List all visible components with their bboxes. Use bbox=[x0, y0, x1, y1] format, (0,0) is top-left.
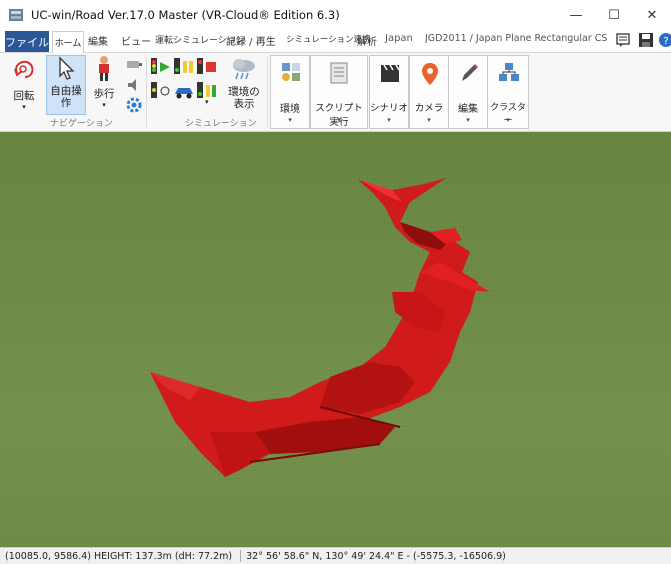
vehicle-icon[interactable] bbox=[173, 83, 195, 104]
env-display-label: 環境の表示 bbox=[228, 86, 260, 110]
walk-dropdown-arrow[interactable]: ▾ bbox=[89, 101, 119, 109]
group-separator bbox=[146, 57, 147, 127]
scenario-dropdown-arrow[interactable]: ▾ bbox=[370, 116, 408, 124]
walk-label: 歩行 bbox=[93, 88, 115, 100]
env-display-button[interactable]: 環境の表示 bbox=[224, 55, 264, 113]
edit-button[interactable]: 編集 ▾ bbox=[448, 55, 488, 129]
free-operation-button[interactable]: 自由操作 bbox=[46, 55, 86, 115]
camera-label: カメラ bbox=[414, 103, 444, 114]
rain-cloud-icon bbox=[224, 55, 264, 86]
sim-stop-icon[interactable] bbox=[196, 57, 218, 80]
save-icon[interactable] bbox=[638, 32, 654, 48]
help-doc-icon[interactable] bbox=[615, 32, 631, 48]
scenario-label: シナリオ bbox=[370, 103, 409, 114]
cluster-icon bbox=[498, 62, 520, 87]
map-pin-icon bbox=[420, 62, 440, 89]
tab-record-play[interactable]: 記録 / 再生 bbox=[226, 33, 276, 48]
scenario-button[interactable]: シナリオ ▾ bbox=[369, 55, 409, 129]
ribbon: 回転 ▾ 自由操作 歩行 ▾ ナビゲーション ▾ 環境の表示 シミュレーション … bbox=[0, 53, 671, 132]
cluster-dropdown-arrow[interactable]: ▾ bbox=[488, 116, 528, 124]
cursor-icon bbox=[47, 56, 85, 85]
close-button[interactable]: ✕ bbox=[633, 0, 671, 30]
pencil-icon bbox=[459, 62, 479, 87]
environment-icon bbox=[281, 62, 301, 87]
walker-icon bbox=[89, 55, 119, 86]
edit-dropdown-arrow[interactable]: ▾ bbox=[449, 116, 487, 124]
script-icon bbox=[329, 62, 349, 87]
sim-start-icon[interactable] bbox=[150, 57, 172, 80]
rotate-icon bbox=[6, 55, 42, 88]
window-title: UC-win/Road Ver.17.0 Master (VR-Cloud® E… bbox=[31, 8, 340, 22]
camera-dropdown-arrow[interactable]: ▾ bbox=[410, 116, 448, 124]
tab-analysis[interactable]: 解析 bbox=[357, 33, 377, 48]
status-coords: (10085.0, 9586.4) HEIGHT: 137.3m (dH: 77… bbox=[5, 550, 233, 562]
edit-label: 編集 bbox=[458, 104, 478, 115]
tab-file[interactable]: ファイル bbox=[5, 31, 49, 52]
environment-label: 環境 bbox=[280, 104, 300, 115]
app-icon bbox=[8, 8, 24, 22]
environment-button[interactable]: 環境 ▾ bbox=[270, 55, 310, 129]
rotate-label: 回転 bbox=[13, 90, 35, 102]
traffic-signal-icon[interactable] bbox=[150, 81, 172, 104]
terrain-scene bbox=[0, 132, 671, 547]
group-separator bbox=[267, 57, 268, 127]
clapperboard-icon bbox=[380, 62, 400, 87]
title-bar: UC-win/Road Ver.17.0 Master (VR-Cloud® E… bbox=[0, 0, 671, 30]
status-bar: (10085.0, 9586.4) HEIGHT: 137.3m (dH: 77… bbox=[0, 547, 671, 564]
nav-group-label: ナビゲーション bbox=[50, 119, 113, 129]
cluster-button[interactable]: クラスター ▾ bbox=[487, 55, 529, 129]
3d-viewport[interactable] bbox=[0, 132, 671, 547]
rotate-button[interactable]: 回転 ▾ bbox=[6, 55, 42, 113]
script-run-button[interactable]: スクリプト実行 ▾ bbox=[310, 55, 368, 129]
status-latlon: 32° 56' 58.6" N, 130° 49' 24.4" E - (-55… bbox=[246, 550, 506, 562]
sim-pause-icon[interactable] bbox=[173, 57, 195, 80]
ribbon-tab-bar: ファイル ホーム 編集 ビュー 運転シミュレーション 記録 / 再生 シミュレー… bbox=[0, 30, 671, 53]
script-dropdown-arrow[interactable]: ▾ bbox=[311, 116, 367, 124]
free-operation-label: 自由操作 bbox=[50, 85, 82, 109]
help-icon[interactable]: ? bbox=[658, 32, 671, 48]
maximize-button[interactable]: ☐ bbox=[595, 0, 633, 30]
tab-edit[interactable]: 編集 bbox=[88, 33, 108, 48]
sim-dropdown-arrow[interactable]: ▾ bbox=[205, 98, 209, 106]
sim-group-label: シミュレーション bbox=[185, 119, 257, 129]
sound-icon[interactable] bbox=[125, 77, 143, 96]
minimize-button[interactable]: — bbox=[557, 0, 595, 30]
tab-home[interactable]: ホーム bbox=[52, 31, 84, 53]
svg-text:?: ? bbox=[663, 36, 668, 47]
tab-view[interactable]: ビュー bbox=[121, 33, 151, 48]
region-label: Japan bbox=[385, 33, 413, 44]
environment-dropdown-arrow[interactable]: ▾ bbox=[271, 116, 309, 124]
settings-gear-icon[interactable] bbox=[125, 96, 143, 117]
crs-label: JGD2011 / Japan Plane Rectangular CS 2..… bbox=[425, 33, 610, 44]
camera-button[interactable]: カメラ ▾ bbox=[409, 55, 449, 129]
rotate-dropdown-arrow[interactable]: ▾ bbox=[6, 103, 42, 111]
walk-button[interactable]: 歩行 ▾ bbox=[89, 55, 119, 113]
fly-icon[interactable] bbox=[125, 57, 143, 76]
